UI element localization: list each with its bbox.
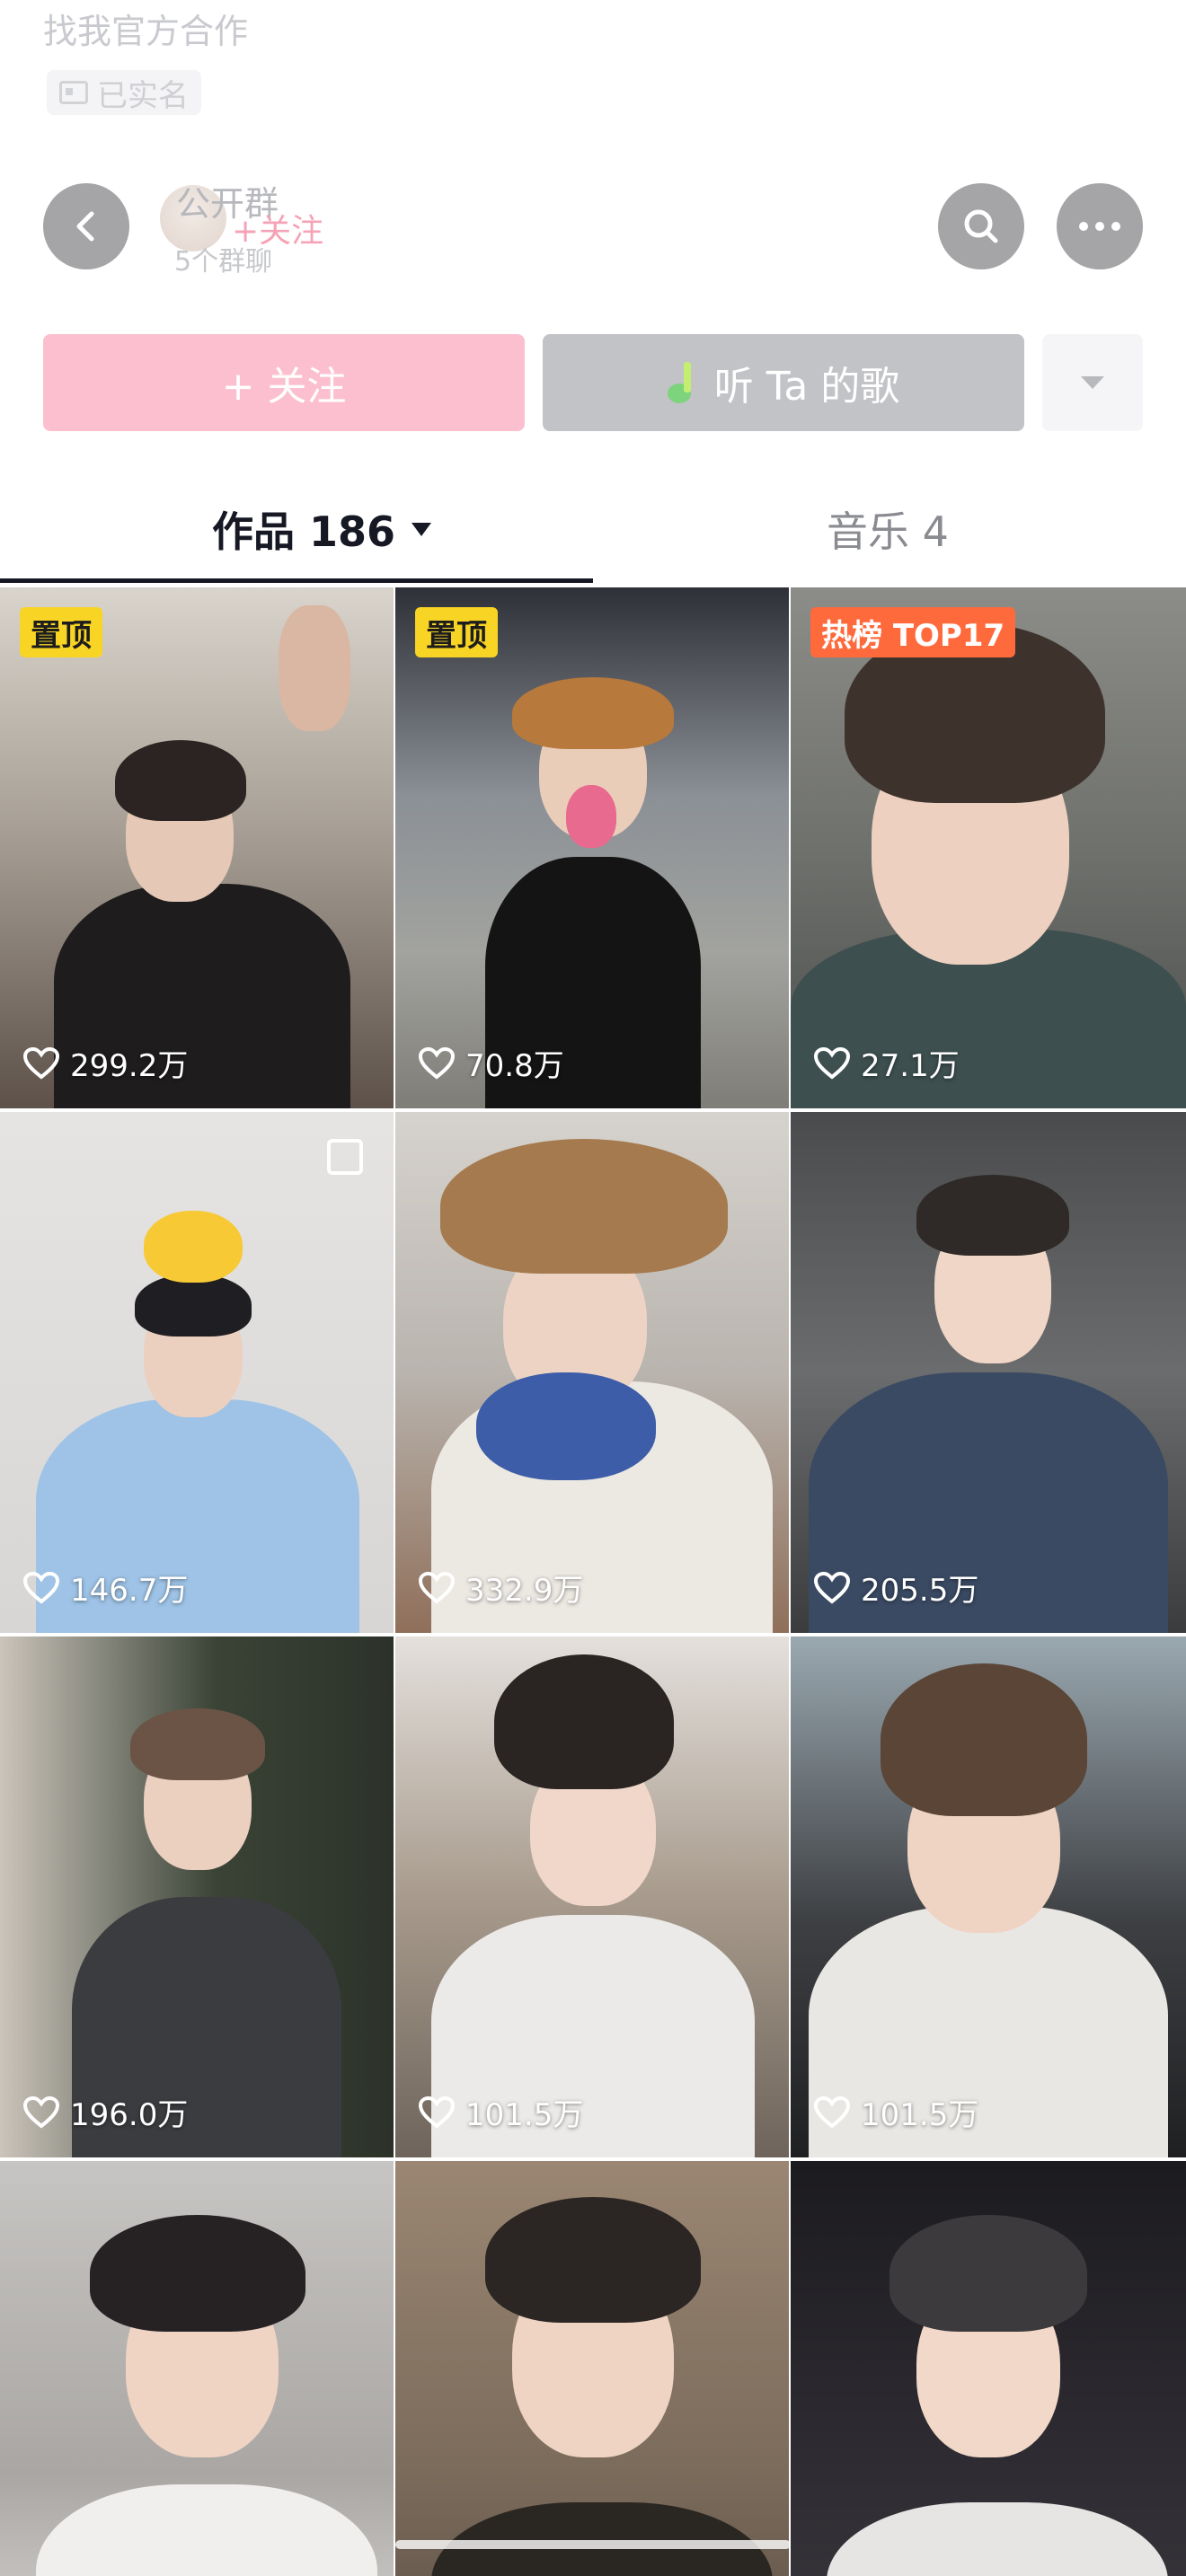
music-note-icon (667, 362, 700, 403)
video-thumbnail (791, 1636, 1186, 2157)
video-thumbnail (0, 587, 394, 1108)
like-count: 70.8万 (419, 1041, 564, 1085)
caret-down-icon (1081, 376, 1104, 389)
video-tile[interactable]: 置顶 299.2万 (0, 587, 394, 1108)
video-thumbnail (395, 2161, 789, 2576)
pinned-badge: 置顶 (415, 607, 498, 657)
group-subtitle: 5个群聊 (174, 246, 273, 278)
heart-icon (419, 2095, 455, 2129)
multi-image-icon (327, 1139, 363, 1175)
profile-faded-text: 找我官方合作 (43, 12, 249, 51)
video-tile[interactable]: 146.7万 (0, 1112, 394, 1633)
listen-song-label: 听 Ta 的歌 (713, 364, 900, 410)
like-count-value: 101.5万 (465, 2097, 584, 2133)
active-tab-indicator (0, 578, 593, 583)
like-count-value: 146.7万 (70, 1573, 189, 1609)
video-tile[interactable] (0, 2161, 394, 2576)
like-count: 196.0万 (23, 2090, 188, 2134)
heart-icon (814, 2095, 850, 2129)
like-count: 101.5万 (814, 2090, 978, 2134)
heart-icon (419, 1571, 455, 1604)
video-tile[interactable] (395, 2161, 789, 2576)
video-tile[interactable] (791, 2161, 1186, 2576)
video-thumbnail (0, 1636, 394, 2157)
video-tile[interactable]: 热榜 TOP17 27.1万 (791, 587, 1186, 1108)
like-count-value: 196.0万 (70, 2097, 189, 2133)
caret-down-icon (412, 522, 432, 536)
like-count: 27.1万 (814, 1041, 960, 1085)
video-tile[interactable]: 101.5万 (395, 1636, 789, 2157)
like-count: 146.7万 (23, 1566, 188, 1610)
hot-rank-badge: 热榜 TOP17 (810, 607, 1016, 657)
id-card-icon (59, 81, 88, 104)
heart-icon (814, 1571, 850, 1604)
search-button[interactable] (938, 183, 1024, 269)
heart-icon (419, 1046, 455, 1080)
like-count: 205.5万 (814, 1566, 978, 1610)
back-button[interactable] (43, 183, 129, 269)
verified-label: 已实名 (97, 77, 189, 114)
heart-icon (23, 1571, 59, 1604)
video-thumbnail (791, 2161, 1186, 2576)
tab-music-label: 音乐 4 (827, 507, 949, 556)
video-tile[interactable]: 置顶 70.8万 (395, 587, 789, 1108)
like-count-value: 101.5万 (861, 2097, 979, 2133)
more-button[interactable] (1057, 183, 1143, 269)
follow-button[interactable]: + 关注 (43, 334, 525, 431)
like-count-value: 70.8万 (465, 1048, 564, 1084)
heart-icon (814, 1046, 850, 1080)
video-thumbnail (0, 2161, 394, 2576)
video-thumbnail (395, 587, 789, 1108)
more-actions-dropdown[interactable] (1042, 334, 1143, 431)
home-indicator[interactable] (395, 2540, 791, 2549)
chevron-left-icon (76, 211, 94, 242)
video-thumbnail (791, 1112, 1186, 1633)
video-grid: 置顶 299.2万 置顶 70.8万 热榜 TOP17 27.1万 146.7万… (0, 587, 1186, 2576)
video-tile[interactable]: 196.0万 (0, 1636, 394, 2157)
tab-works[interactable]: 作品 186 (212, 499, 432, 559)
like-count: 299.2万 (23, 1041, 188, 1085)
search-icon (964, 209, 998, 243)
video-thumbnail (0, 1112, 394, 1633)
verified-badge: 已实名 (47, 70, 201, 115)
like-count: 332.9万 (419, 1566, 583, 1610)
like-count: 101.5万 (419, 2090, 583, 2134)
video-thumbnail (395, 1112, 789, 1633)
video-tile[interactable]: 205.5万 (791, 1112, 1186, 1633)
pinned-badge: 置顶 (20, 607, 102, 657)
like-count-value: 299.2万 (70, 1048, 189, 1084)
like-count-value: 205.5万 (861, 1573, 979, 1609)
like-count-value: 332.9万 (465, 1573, 584, 1609)
video-thumbnail (791, 587, 1186, 1108)
more-icon (1079, 222, 1120, 231)
heart-icon (23, 2095, 59, 2129)
listen-song-button[interactable]: 听 Ta 的歌 (543, 334, 1024, 431)
video-tile[interactable]: 332.9万 (395, 1112, 789, 1633)
tab-music[interactable]: 音乐 4 (827, 499, 949, 559)
like-count-value: 27.1万 (861, 1048, 960, 1084)
tab-works-label: 作品 186 (212, 507, 396, 556)
heart-icon (23, 1046, 59, 1080)
video-thumbnail (395, 1636, 789, 2157)
video-tile[interactable]: 101.5万 (791, 1636, 1186, 2157)
